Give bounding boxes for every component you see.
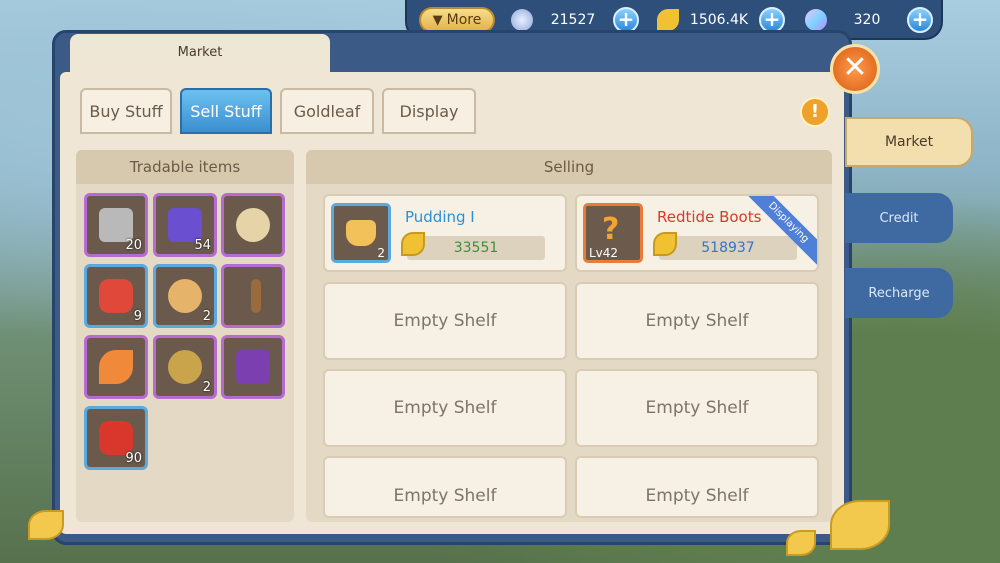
- purple-cube-icon: [168, 208, 202, 242]
- goldleaf-amount: 1506.4K: [689, 12, 749, 28]
- add-gem-button[interactable]: +: [907, 7, 933, 33]
- feather-quill-icon: [99, 350, 133, 384]
- empty-shelf[interactable]: Empty Shelf: [323, 369, 567, 447]
- empty-shelf[interactable]: Empty Shelf: [575, 282, 819, 360]
- pie-icon: [168, 279, 202, 313]
- pudding-icon: [346, 220, 376, 246]
- claw-ring-icon: [236, 208, 270, 242]
- feather-amount: 21527: [550, 12, 596, 28]
- empty-shelf-label: Empty Shelf: [645, 486, 749, 506]
- side-tab-market[interactable]: Market: [845, 117, 973, 167]
- feather-icon: [511, 9, 533, 31]
- tab-sell-stuff[interactable]: Sell Stuff: [180, 88, 272, 134]
- listing-item-icon: 2: [331, 203, 391, 263]
- more-label: More: [446, 12, 482, 28]
- displaying-label: Displaying: [742, 196, 817, 269]
- selling-header: Selling: [306, 150, 832, 184]
- health-potion-icon: [99, 421, 133, 455]
- tab-buy-stuff[interactable]: Buy Stuff: [80, 88, 172, 134]
- red-potion-icon: [99, 279, 133, 313]
- mystery-boots-icon: ?: [602, 212, 620, 247]
- tab-goldleaf[interactable]: Goldleaf: [280, 88, 374, 134]
- empty-shelf[interactable]: Empty Shelf: [575, 369, 819, 447]
- displaying-ribbon: Displaying: [737, 196, 817, 276]
- item-slot[interactable]: [221, 264, 285, 328]
- tradable-items-header: Tradable items: [76, 150, 294, 184]
- item-slot[interactable]: [221, 335, 285, 399]
- item-quantity: 2: [202, 309, 211, 324]
- item-slot[interactable]: 9: [84, 264, 148, 328]
- item-slot[interactable]: 20: [84, 193, 148, 257]
- treasure-chest-icon: [236, 350, 270, 384]
- listing-shelf[interactable]: ? Lv42 Redtide Boots 518937 Displaying: [575, 194, 819, 272]
- goldleaf-icon: [653, 232, 677, 256]
- listing-price: 33551: [407, 236, 545, 260]
- close-button[interactable]: ✕: [830, 44, 880, 94]
- goldleaf-currency: 1506.4K +: [657, 7, 785, 33]
- listing-name: Pudding I: [405, 208, 475, 226]
- item-slot[interactable]: 90: [84, 406, 148, 470]
- gem-amount: 320: [853, 12, 881, 28]
- item-quantity: 54: [194, 238, 211, 253]
- empty-shelf-label: Empty Shelf: [393, 311, 497, 331]
- tab-display[interactable]: Display: [382, 88, 476, 134]
- empty-shelf-label: Empty Shelf: [645, 398, 749, 418]
- listing-quantity: 2: [377, 246, 385, 260]
- goldleaf-icon: [657, 9, 679, 31]
- goldleaf-decoration-icon: [786, 530, 816, 556]
- item-slot[interactable]: 54: [153, 193, 217, 257]
- goldleaf-icon: [401, 232, 425, 256]
- item-quantity: 2: [202, 380, 211, 395]
- listing-shelf[interactable]: 2 Pudding I 33551: [323, 194, 567, 272]
- item-slot[interactable]: 2: [153, 264, 217, 328]
- item-slot[interactable]: [84, 335, 148, 399]
- empty-shelf-label: Empty Shelf: [393, 398, 497, 418]
- empty-shelf-label: Empty Shelf: [645, 311, 749, 331]
- item-quantity: 9: [133, 309, 142, 324]
- listing-item-icon: ? Lv42: [583, 203, 643, 263]
- empty-shelf[interactable]: Empty Shelf: [323, 456, 567, 518]
- gem-currency: 320 +: [805, 7, 933, 33]
- window-title: Market: [70, 34, 330, 72]
- item-slot[interactable]: [221, 193, 285, 257]
- empty-shelf[interactable]: Empty Shelf: [323, 282, 567, 360]
- item-quantity: 90: [125, 451, 142, 466]
- flute-icon: [251, 279, 261, 313]
- goldleaf-pile-icon: [830, 500, 890, 550]
- goldleaf-decoration-icon: [28, 510, 64, 540]
- gem-icon: [805, 9, 827, 31]
- side-tab-recharge[interactable]: Recharge: [845, 268, 953, 318]
- item-quantity: 20: [125, 238, 142, 253]
- stone-icon: [99, 208, 133, 242]
- side-tab-credit[interactable]: Credit: [845, 193, 953, 243]
- info-alert-button[interactable]: !: [800, 97, 830, 127]
- compass-icon: [168, 350, 202, 384]
- item-level: Lv42: [589, 246, 619, 260]
- empty-shelf-label: Empty Shelf: [393, 486, 497, 506]
- chevron-down-icon: ▼: [432, 12, 443, 28]
- feather-currency: 21527 +: [511, 7, 639, 33]
- item-slot[interactable]: 2: [153, 335, 217, 399]
- empty-shelf[interactable]: Empty Shelf: [575, 456, 819, 518]
